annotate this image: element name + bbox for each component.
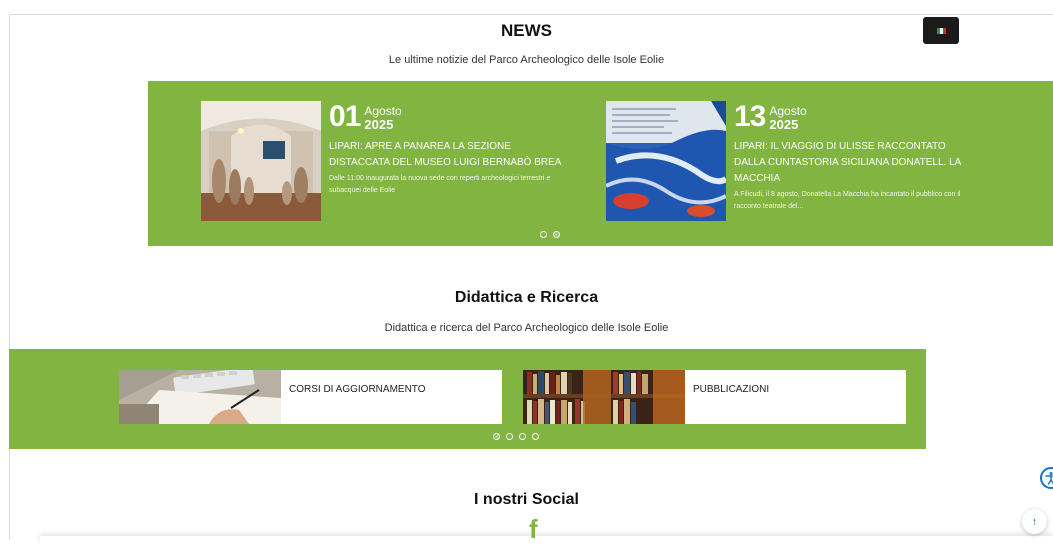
didattica-card-label: PUBBLICAZIONI: [693, 384, 770, 395]
news-card[interactable]: 01 Agosto 2025 LIPARI: APRE A PANAREA LA…: [201, 101, 571, 221]
social-section-title: I nostri Social: [474, 491, 579, 508]
news-excerpt: A Filicudi, il 8 agosto, Donatella La Ma…: [734, 191, 961, 210]
didattica-pager-dot-2[interactable]: [506, 433, 513, 440]
page-left-border: [9, 14, 10, 540]
news-date-day: 01: [329, 100, 361, 133]
didattica-section-subtitle: Didattica e ricerca del Parco Archeologi…: [384, 322, 669, 334]
didattica-pager-dot-1[interactable]: [493, 433, 500, 440]
news-image-museum[interactable]: [201, 101, 321, 221]
news-date-day: 13: [734, 100, 766, 133]
news-excerpt: Dalle 11:00 inaugurata la nuova sede con…: [329, 175, 551, 194]
didattica-card-label: CORSI DI AGGIORNAMENTO: [289, 384, 426, 395]
news-section-title: NEWS: [501, 21, 552, 40]
didattica-pager-dot-4[interactable]: [532, 433, 539, 440]
news-carousel: 01 Agosto 2025 LIPARI: APRE A PANAREA LA…: [148, 81, 1053, 246]
corsi-image[interactable]: [119, 370, 281, 424]
news-pager-dot-1[interactable]: [540, 231, 547, 238]
pubblicazioni-image[interactable]: [523, 370, 685, 424]
accessibility-icon[interactable]: [1040, 467, 1053, 489]
didattica-carousel: CORSI DI AGGIORNAMENTO PUBBLICAZIONI: [9, 349, 926, 449]
news-headline-link[interactable]: LIPARI: IL VIAGGIO DI ULISSE RACCONTATO …: [734, 139, 962, 187]
didattica-pager: [493, 433, 539, 440]
didattica-pager-dot-3[interactable]: [519, 433, 526, 440]
news-headline-link[interactable]: LIPARI: APRE A PANAREA LA SEZIONE DISTAC…: [329, 139, 569, 171]
news-pager-dot-2[interactable]: [553, 231, 560, 238]
page-top-border: [9, 14, 1053, 15]
didattica-card-pubblicazioni[interactable]: PUBBLICAZIONI: [523, 370, 906, 424]
news-date-year: 2025: [769, 117, 799, 132]
news-date-year: 2025: [364, 117, 394, 132]
didattica-section-title: Didattica e Ricerca: [454, 289, 599, 306]
language-switch-button[interactable]: [923, 17, 959, 44]
news-card[interactable]: 13 Agosto 2025 LIPARI: IL VIAGGIO DI ULI…: [606, 101, 996, 221]
news-pager: [540, 231, 560, 238]
footer-shadow: [40, 536, 1053, 546]
news-section-subtitle: Le ultime notizie del Parco Archeologico…: [388, 54, 665, 66]
news-image-painting[interactable]: [606, 101, 726, 221]
arrow-up-icon: ↑: [1031, 515, 1038, 528]
facebook-icon[interactable]: f: [529, 516, 538, 542]
italy-flag-icon: [936, 27, 946, 34]
didattica-card-corsi[interactable]: CORSI DI AGGIORNAMENTO: [119, 370, 502, 424]
scroll-to-top-button[interactable]: ↑: [1022, 509, 1047, 534]
